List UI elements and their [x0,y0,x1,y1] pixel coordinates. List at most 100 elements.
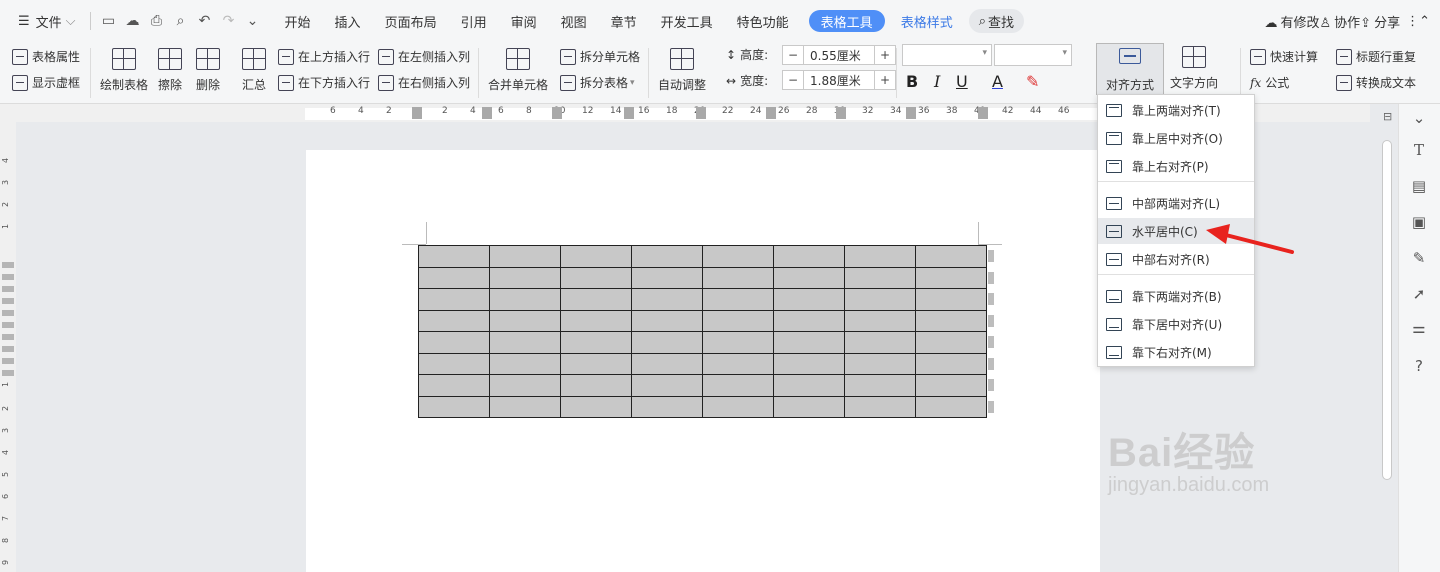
width-value[interactable]: 1.88厘米 [803,71,875,89]
table-cell[interactable] [915,352,987,375]
table-cell[interactable] [560,352,632,375]
more-chevron-icon[interactable]: ⌄ [241,9,265,33]
table-cell[interactable] [418,395,490,418]
table-cell[interactable] [915,331,987,354]
table-cell[interactable] [560,395,632,418]
table-cell[interactable] [631,245,703,268]
insert-col-right-button[interactable]: 在右侧插入列 [378,74,470,91]
share-button[interactable]: ⇪ 分享 [1360,12,1400,31]
file-menu[interactable]: ☰ 文件 ⌵ [10,7,84,35]
table-cell[interactable] [418,266,490,289]
sliders-icon[interactable]: ⚌ [1409,318,1429,338]
table-cell[interactable] [773,266,845,289]
more-icon[interactable]: ⋮ [1406,14,1419,29]
table-cell[interactable] [489,245,561,268]
document-table[interactable] [418,245,987,418]
row-marker[interactable] [2,346,14,352]
undo-icon[interactable]: ↶ [193,9,217,33]
tab-insert[interactable]: 插入 [327,7,369,35]
quick-calc-button[interactable]: 快速计算 [1250,48,1318,65]
table-cell[interactable] [702,245,774,268]
modified-status[interactable]: ☁ 有修改 [1264,12,1319,31]
table-cell[interactable] [702,266,774,289]
cloud-icon[interactable]: ☁ [121,9,145,33]
table-cell[interactable] [702,331,774,354]
table-cell[interactable] [418,331,490,354]
draw-table-button[interactable]: 绘制表格 [100,48,148,93]
table-cell[interactable] [418,288,490,311]
dropdown-item-align-bottom-justify[interactable]: 靠下两端对齐(B) [1098,283,1254,309]
select-cursor-icon[interactable]: ➚ [1409,284,1429,304]
table-cell[interactable] [560,288,632,311]
table-cell[interactable] [844,331,916,354]
document-format-icon[interactable]: ▤ [1409,176,1429,196]
table-cell[interactable] [560,245,632,268]
tab-review[interactable]: 审阅 [503,7,545,35]
table-cell[interactable] [773,288,845,311]
column-marker[interactable] [552,107,562,119]
table-cell[interactable] [560,309,632,332]
dropdown-item-align-bottom-right[interactable]: 靠下右对齐(M) [1098,339,1254,365]
table-cell[interactable] [844,374,916,397]
row-marker[interactable] [2,310,14,316]
ruler-toggle-icon[interactable]: ⊟ [1383,110,1392,123]
underline-icon[interactable]: U [956,72,968,91]
insert-row-below-button[interactable]: 在下方插入行 [278,74,370,91]
table-cell[interactable] [844,352,916,375]
document-settings-icon[interactable]: ▣ [1409,212,1429,232]
table-cell[interactable] [418,309,490,332]
tab-page-layout[interactable]: 页面布局 [377,7,445,35]
tab-view[interactable]: 视图 [553,7,595,35]
table-row[interactable] [418,266,987,289]
column-marker[interactable] [836,107,846,119]
italic-icon[interactable]: I [934,72,940,91]
minus-icon[interactable]: − [783,48,803,62]
table-cell[interactable] [631,288,703,311]
minus-icon[interactable]: − [783,73,803,87]
plus-icon[interactable]: + [875,73,895,87]
formula-button[interactable]: fx 公式 [1250,74,1289,91]
row-marker[interactable] [2,370,14,376]
dropdown-item-align-middle-justify[interactable]: 中部两端对齐(L) [1098,190,1254,216]
print-preview-icon[interactable]: ⌕ [169,9,193,33]
row-marker[interactable] [2,322,14,328]
table-row[interactable] [418,374,987,397]
table-cell[interactable] [489,309,561,332]
help-icon[interactable]: ? [1409,356,1429,376]
table-cell[interactable] [773,352,845,375]
table-cell[interactable] [915,245,987,268]
tab-developer[interactable]: 开发工具 [653,7,721,35]
table-cell[interactable] [631,352,703,375]
table-cell[interactable] [702,309,774,332]
table-cell[interactable] [702,374,774,397]
table-cell[interactable] [844,266,916,289]
column-marker[interactable] [482,107,492,119]
vertical-scrollbar[interactable] [1382,140,1392,480]
column-marker[interactable] [766,107,776,119]
dropdown-item-align-top-justify[interactable]: 靠上两端对齐(T) [1098,97,1254,123]
print-icon[interactable]: ⎙ [145,9,169,33]
tab-features[interactable]: 特色功能 [729,7,797,35]
tab-table-style[interactable]: 表格样式 [893,7,961,35]
convert-to-text-button[interactable]: 转换成文本 [1336,74,1416,91]
table-cell[interactable] [773,374,845,397]
tab-section[interactable]: 章节 [603,7,645,35]
row-marker[interactable] [2,262,14,268]
insert-row-above-button[interactable]: 在上方插入行 [278,48,370,65]
table-row[interactable] [418,331,987,354]
table-cell[interactable] [915,266,987,289]
table-row[interactable] [418,288,987,311]
row-marker[interactable] [2,358,14,364]
table-cell[interactable] [418,374,490,397]
table-cell[interactable] [631,309,703,332]
tab-start[interactable]: 开始 [277,7,319,35]
merge-cells-button[interactable]: 合并单元格 [488,48,548,93]
table-cell[interactable] [489,266,561,289]
font-family-select[interactable] [902,44,992,66]
table-cell[interactable] [489,395,561,418]
table-cell[interactable] [773,309,845,332]
column-marker[interactable] [906,107,916,119]
text-direction-button[interactable]: 文字方向 [1170,46,1218,91]
collab-button[interactable]: ♙ 协作 [1320,12,1361,31]
table-cell[interactable] [915,309,987,332]
